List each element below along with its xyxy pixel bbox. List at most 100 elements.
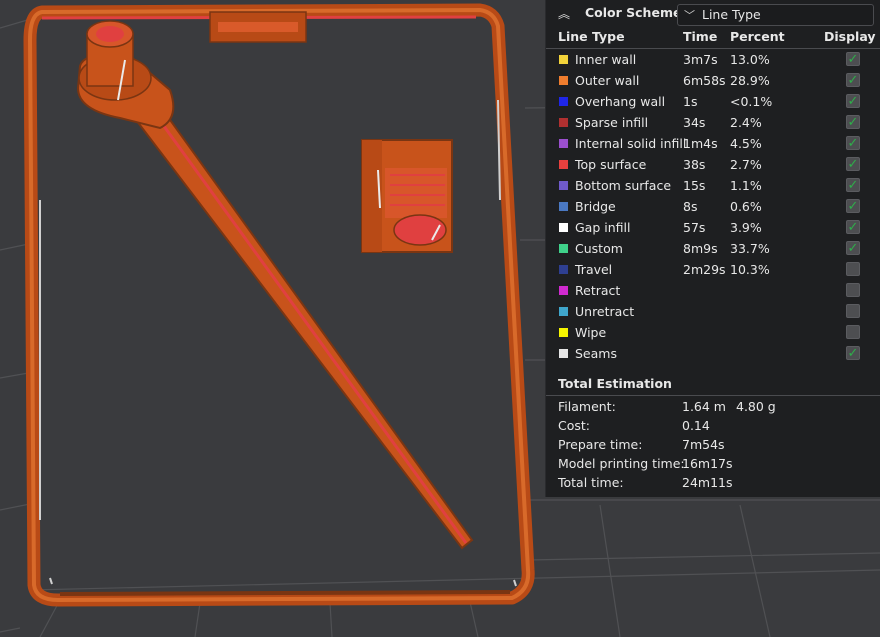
- collapse-chevron-icon[interactable]: ︽: [558, 5, 570, 22]
- color-swatch: [559, 76, 568, 85]
- color-swatch: [559, 181, 568, 190]
- line-type-label: Custom: [575, 241, 623, 256]
- estimation-label: Model printing time:: [558, 456, 685, 471]
- line-type-time: 3m7s: [683, 52, 718, 67]
- color-scheme-header: ︽ Color Scheme ﹀ Line Type: [546, 0, 880, 27]
- legend-column-headers: Line Type Time Percent Display: [546, 28, 880, 48]
- display-checkbox-checked[interactable]: ✓: [846, 241, 860, 255]
- display-checkbox-checked[interactable]: ✓: [846, 199, 860, 213]
- line-type-time: 38s: [683, 157, 706, 172]
- display-checkbox[interactable]: [846, 262, 860, 276]
- line-type-label: Internal solid infill: [575, 136, 687, 151]
- color-swatch: [559, 307, 568, 316]
- line-type-percent: 13.0%: [730, 52, 770, 67]
- legend-row: Bottom surface 15s 1.1% ✓: [546, 176, 880, 197]
- display-checkbox-checked[interactable]: ✓: [846, 346, 860, 360]
- printed-model: [23, 3, 535, 607]
- line-type-percent: 2.7%: [730, 157, 762, 172]
- estimation-row: Cost: 0.14: [546, 417, 880, 436]
- color-scheme-title: Color Scheme: [585, 5, 682, 20]
- color-swatch: [559, 55, 568, 64]
- line-type-time: 2m29s: [683, 262, 726, 277]
- chevron-down-icon: ﹀: [684, 9, 695, 22]
- color-swatch: [559, 349, 568, 358]
- line-type-label: Unretract: [575, 304, 635, 319]
- header-time: Time: [683, 29, 718, 44]
- line-type-percent: 4.5%: [730, 136, 762, 151]
- legend-row: Seams ✓: [546, 344, 880, 365]
- divider: [546, 395, 880, 396]
- estimation-value: 0.14: [682, 418, 710, 433]
- color-swatch: [559, 139, 568, 148]
- legend-row: Travel 2m29s 10.3%: [546, 260, 880, 281]
- line-type-label: Inner wall: [575, 52, 637, 67]
- legend-row: Outer wall 6m58s 28.9% ✓: [546, 71, 880, 92]
- estimation-row: Total time: 24m11s: [546, 474, 880, 493]
- line-type-time: 8s: [683, 199, 698, 214]
- display-checkbox-checked[interactable]: ✓: [846, 178, 860, 192]
- legend-row: Custom 8m9s 33.7% ✓: [546, 239, 880, 260]
- color-swatch: [559, 97, 568, 106]
- legend-row: Retract: [546, 281, 880, 302]
- legend-panel: ︽ Color Scheme ﹀ Line Type Line Type Tim…: [545, 0, 880, 497]
- line-type-time: 6m58s: [683, 73, 726, 88]
- line-type-label: Bridge: [575, 199, 616, 214]
- line-type-time: 15s: [683, 178, 706, 193]
- line-type-label: Seams: [575, 346, 617, 361]
- display-checkbox-checked[interactable]: ✓: [846, 52, 860, 66]
- line-type-label: Wipe: [575, 325, 607, 340]
- estimation-label: Total time:: [558, 475, 624, 490]
- line-type-label: Travel: [575, 262, 613, 277]
- color-swatch: [559, 118, 568, 127]
- display-checkbox-checked[interactable]: ✓: [846, 136, 860, 150]
- display-checkbox[interactable]: [846, 325, 860, 339]
- total-estimation-title: Total Estimation: [558, 376, 672, 391]
- legend-row: Gap infill 57s 3.9% ✓: [546, 218, 880, 239]
- line-type-percent: 28.9%: [730, 73, 770, 88]
- color-scheme-dropdown[interactable]: ﹀ Line Type: [677, 4, 874, 26]
- estimation-row: Model printing time: 16m17s: [546, 455, 880, 474]
- display-checkbox-checked[interactable]: ✓: [846, 73, 860, 87]
- legend-row: Internal solid infill 1m4s 4.5% ✓: [546, 134, 880, 155]
- header-display: Display: [824, 29, 876, 44]
- display-checkbox-checked[interactable]: ✓: [846, 115, 860, 129]
- line-type-time: 57s: [683, 220, 706, 235]
- color-swatch: [559, 286, 568, 295]
- line-type-percent: 33.7%: [730, 241, 770, 256]
- line-type-time: 1m4s: [683, 136, 718, 151]
- estimation-row: Prepare time: 7m54s: [546, 436, 880, 455]
- display-checkbox-checked[interactable]: ✓: [846, 220, 860, 234]
- line-type-percent: 2.4%: [730, 115, 762, 130]
- line-type-percent: 3.9%: [730, 220, 762, 235]
- line-type-percent: 10.3%: [730, 262, 770, 277]
- estimation-value: 7m54s: [682, 437, 725, 452]
- line-type-label: Top surface: [575, 157, 647, 172]
- color-swatch: [559, 328, 568, 337]
- display-checkbox-checked[interactable]: ✓: [846, 157, 860, 171]
- line-type-label: Overhang wall: [575, 94, 666, 109]
- estimation-label: Cost:: [558, 418, 591, 433]
- estimation-value: 16m17s: [682, 456, 733, 471]
- line-type-time: 34s: [683, 115, 706, 130]
- color-swatch: [559, 160, 568, 169]
- estimation-value-secondary: 4.80 g: [736, 399, 776, 414]
- display-checkbox-checked[interactable]: ✓: [846, 94, 860, 108]
- line-type-percent: 1.1%: [730, 178, 762, 193]
- legend-row: Wipe: [546, 323, 880, 344]
- legend-row: Unretract: [546, 302, 880, 323]
- legend-row: Sparse infill 34s 2.4% ✓: [546, 113, 880, 134]
- line-type-percent: 0.6%: [730, 199, 762, 214]
- color-swatch: [559, 223, 568, 232]
- display-checkbox[interactable]: [846, 304, 860, 318]
- line-type-label: Sparse infill: [575, 115, 649, 130]
- line-type-time: 8m9s: [683, 241, 718, 256]
- estimation-value: 1.64 m: [682, 399, 726, 414]
- estimation-label: Filament:: [558, 399, 616, 414]
- legend-row: Top surface 38s 2.7% ✓: [546, 155, 880, 176]
- legend-row: Inner wall 3m7s 13.0% ✓: [546, 50, 880, 71]
- header-percent: Percent: [730, 29, 785, 44]
- line-type-percent: <0.1%: [730, 94, 773, 109]
- divider: [546, 48, 880, 49]
- display-checkbox[interactable]: [846, 283, 860, 297]
- color-swatch: [559, 202, 568, 211]
